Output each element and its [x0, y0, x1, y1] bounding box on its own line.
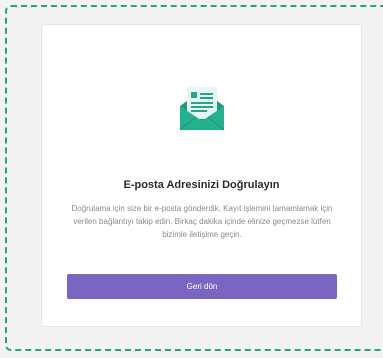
- open-envelope-letter-icon: [176, 84, 228, 134]
- verification-card: E-posta Adresinizi Doğrulayın Doğrulama …: [41, 24, 362, 327]
- back-button[interactable]: Geri dön: [67, 274, 337, 299]
- verification-description: Doğrulama için size bir e-posta gönderdi…: [71, 204, 333, 239]
- page-title: E-posta Adresinizi Doğrulayın: [123, 179, 280, 191]
